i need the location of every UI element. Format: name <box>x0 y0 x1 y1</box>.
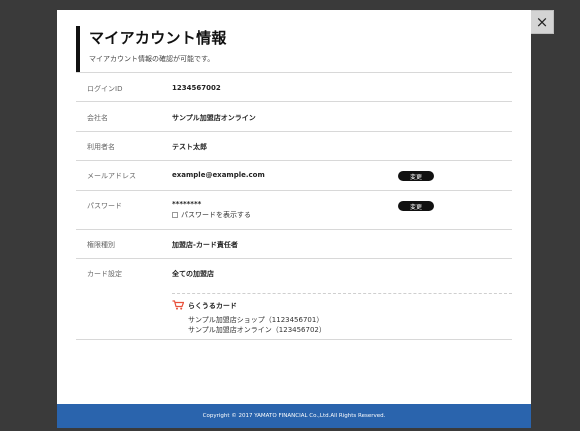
row-email: メールアドレス example@example.com 変更 <box>76 160 512 190</box>
account-modal: マイアカウント情報 マイアカウント情報の確認が可能です。 ログインID 1234… <box>57 10 531 428</box>
show-password-checkbox[interactable] <box>172 212 178 218</box>
card-settings-value: 全ての加盟店 <box>172 270 214 278</box>
password-label: パスワード <box>87 202 122 210</box>
page-subtitle: マイアカウント情報の確認が可能です。 <box>89 55 215 63</box>
email-label: メールアドレス <box>87 172 136 180</box>
row-card-settings: カード設定 全ての加盟店 らくうるカード サンプル加盟店ショップ（1123456… <box>76 258 512 340</box>
user-name-label: 利用者名 <box>87 143 115 151</box>
row-company: 会社名 サンプル加盟店オンライン <box>76 101 512 131</box>
company-label: 会社名 <box>87 114 108 122</box>
password-value: ******** <box>172 200 202 208</box>
shop-item: サンプル加盟店ショップ（1123456701） <box>188 316 324 324</box>
accent-bar <box>76 26 80 72</box>
authority-value: 加盟店-カード責任者 <box>172 241 238 249</box>
divider <box>172 293 512 294</box>
close-icon: × <box>535 12 549 31</box>
account-info-table: ログインID 1234567002 会社名 サンプル加盟店オンライン 利用者名 … <box>76 72 512 340</box>
copyright-text: Copyright © 2017 YAMATO FINANCIAL Co.,Lt… <box>202 413 386 419</box>
email-value: example@example.com <box>172 171 265 179</box>
modal-header: マイアカウント情報 マイアカウント情報の確認が可能です。 <box>76 26 516 72</box>
row-password: パスワード ******** パスワードを表示する 変更 <box>76 190 512 229</box>
footer: Copyright © 2017 YAMATO FINANCIAL Co.,Lt… <box>57 404 531 428</box>
row-user-name: 利用者名 テスト太郎 <box>76 131 512 160</box>
card-settings-label: カード設定 <box>87 270 122 278</box>
authority-label: 権限種別 <box>87 241 115 249</box>
close-button[interactable]: × <box>530 10 554 34</box>
row-login-id: ログインID 1234567002 <box>76 72 512 101</box>
card-name: らくうるカード <box>188 302 237 310</box>
user-name-value: テスト太郎 <box>172 143 207 151</box>
shop-item: サンプル加盟店オンライン（123456702） <box>188 326 326 334</box>
show-password-toggle[interactable]: パスワードを表示する <box>172 210 251 220</box>
login-id-label: ログインID <box>87 85 123 93</box>
change-email-button[interactable]: 変更 <box>398 171 434 181</box>
show-password-label: パスワードを表示する <box>181 211 251 219</box>
page-title: マイアカウント情報 <box>89 29 227 47</box>
cart-icon <box>172 300 184 310</box>
login-id-value: 1234567002 <box>172 84 221 92</box>
change-password-button[interactable]: 変更 <box>398 201 434 211</box>
company-value: サンプル加盟店オンライン <box>172 114 256 122</box>
row-authority: 権限種別 加盟店-カード責任者 <box>76 229 512 258</box>
